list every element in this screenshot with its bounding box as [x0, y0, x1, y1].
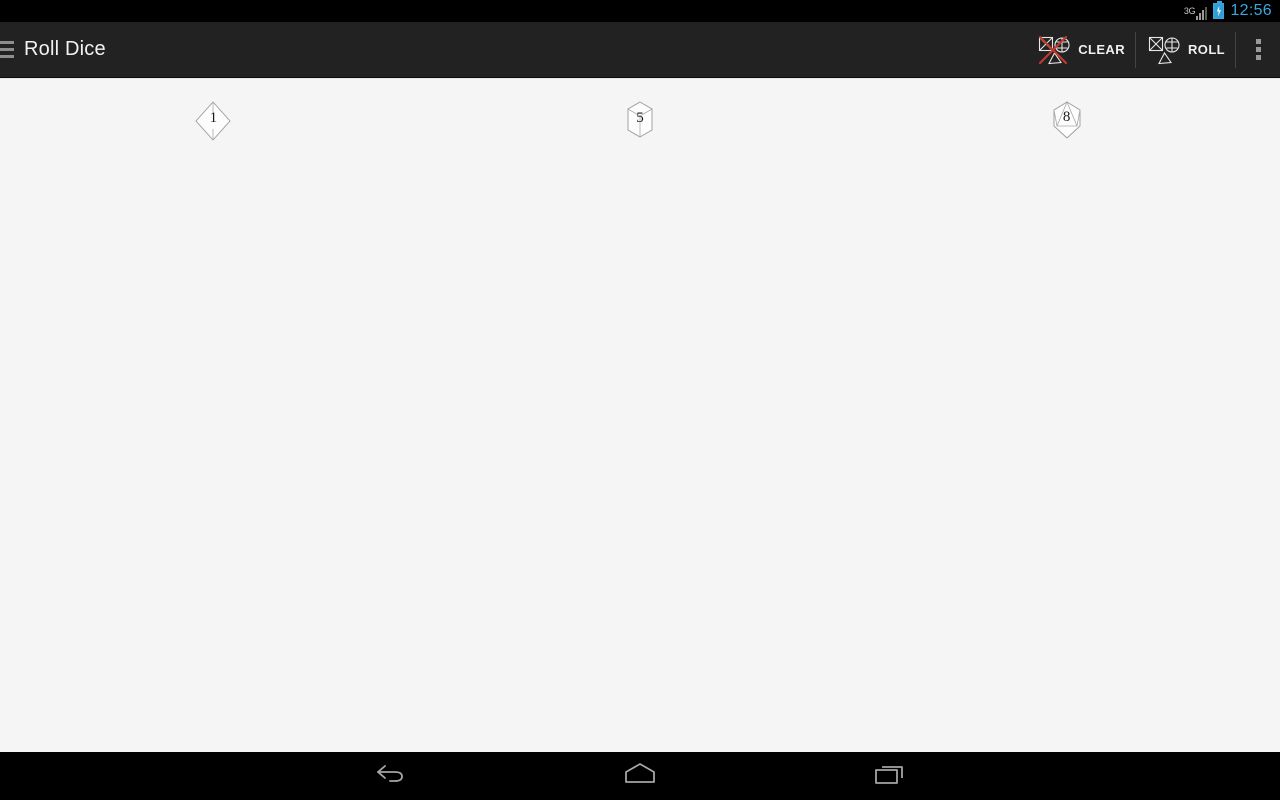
back-arrow-icon — [373, 761, 407, 792]
roll-button-label: ROLL — [1188, 42, 1225, 57]
signal-bars-icon — [1196, 7, 1208, 20]
die-value-2: 5 — [636, 110, 644, 126]
system-navigation-bar — [0, 752, 1280, 800]
signal-status: 3G — [1184, 2, 1208, 20]
dice-row: 1 5 8 — [0, 79, 1280, 145]
die-result-d4[interactable]: 1 — [190, 97, 236, 145]
status-bar-clock: 12:56 — [1230, 2, 1272, 19]
network-type-label: 3G — [1183, 6, 1196, 16]
roll-button[interactable]: ROLL — [1136, 22, 1235, 78]
battery-charging-icon — [1213, 1, 1225, 19]
hamburger-menu-icon[interactable] — [0, 22, 14, 78]
status-bar-right: 3G 12:56 — [1184, 1, 1272, 20]
die-cell-2: 5 — [427, 97, 854, 145]
die-result-d20[interactable]: 8 — [1044, 97, 1090, 145]
dice-results-area: 1 5 8 — [0, 78, 1280, 752]
die-value-3: 8 — [1062, 109, 1071, 125]
dice-clear-icon — [1036, 33, 1076, 67]
action-bar: Roll Dice CLEAR ROLL — [0, 22, 1280, 78]
die-cell-3: 8 — [853, 97, 1280, 145]
recents-button[interactable] — [830, 752, 950, 800]
device-screen: 3G 12:56 Roll Dice CLEAR ROLL 1 5 8 — [0, 0, 1280, 800]
overflow-menu-icon[interactable] — [1236, 22, 1280, 78]
die-cell-1: 1 — [0, 97, 427, 145]
back-button[interactable] — [330, 752, 450, 800]
die-result-d6[interactable]: 5 — [617, 97, 663, 145]
clear-button[interactable]: CLEAR — [1026, 22, 1135, 78]
status-bar: 3G 12:56 — [0, 0, 1280, 22]
clear-button-label: CLEAR — [1078, 42, 1126, 57]
die-value-1: 1 — [209, 110, 218, 126]
recents-icon — [872, 761, 908, 792]
home-icon — [621, 761, 659, 792]
app-title: Roll Dice — [24, 38, 106, 60]
dice-roll-icon — [1146, 33, 1186, 67]
home-button[interactable] — [580, 752, 700, 800]
